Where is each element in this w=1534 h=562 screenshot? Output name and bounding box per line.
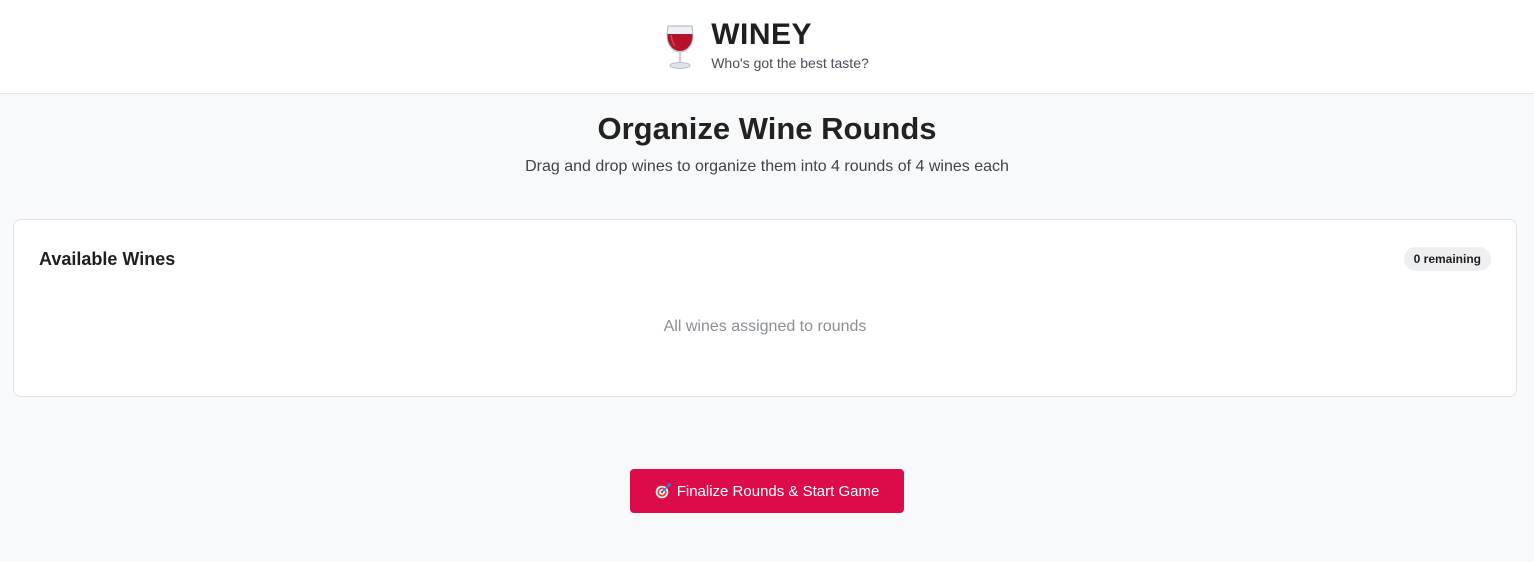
brand: WINEY Who's got the best taste? [663,18,869,71]
app-title: WINEY [711,18,813,51]
page-title: Organize Wine Rounds [597,111,937,146]
app-header: WINEY Who's got the best taste? [0,0,1534,94]
available-wines-title: Available Wines [39,248,176,269]
available-wines-panel[interactable]: Available Wines 0 remaining All wines as… [13,219,1517,397]
finalize-rounds-button[interactable]: Finalize Rounds & Start Game [630,469,904,513]
app-tagline: Who's got the best taste? [711,55,869,71]
available-wines-header: Available Wines 0 remaining [39,247,1491,271]
page-subtitle: Drag and drop wines to organize them int… [525,158,1009,175]
target-icon [655,483,671,499]
main-content: Organize Wine Rounds Drag and drop wines… [0,111,1534,513]
finalize-rounds-label: Finalize Rounds & Start Game [676,482,880,500]
action-area: Finalize Rounds & Start Game [0,469,1534,513]
wine-glass-icon [666,24,694,69]
remaining-count-badge: 0 remaining [1403,247,1491,271]
empty-state-message: All wines assigned to rounds [663,318,867,335]
